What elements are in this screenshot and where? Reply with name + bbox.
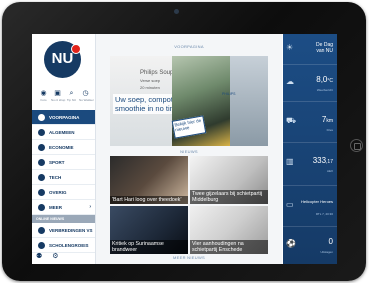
feature-ad[interactable]: Philips SoupMaker Verse soep 20 minuten … [110,56,268,146]
chart-icon: ▥ [286,157,294,166]
sun-icon: ☀ [286,43,294,52]
soccer-icon: ⚽ [286,239,296,248]
euro-icon [38,144,45,151]
tv-widget[interactable]: ▭ Helicopter Heroes RTL 7, 20:30 [283,186,337,227]
plus-icon [38,204,45,211]
bag-icon: ▣ [54,90,61,97]
traffic-widget[interactable]: ⛟ 7km Files [283,102,337,143]
main-content: VOORPAGINA Philips SoupMaker Verse soep … [96,34,282,264]
sidebar-item-tech[interactable]: TECH [32,170,95,185]
weather-widget[interactable]: ☁ 8,0°C Weerbericht [283,65,337,102]
chevron-right-icon: › [89,204,91,210]
sidebar-toolbar: ◉ Foto ▣ Nu.nl shop ⌕ Tip NU ◷ Nu Wekker [37,90,94,106]
news-caption: Vier aanhoudingen na schietpartij Ensche… [190,240,268,254]
ball-icon [38,159,45,166]
sidebar-bottom: ⚉ ⚙ [36,252,67,260]
shop-button[interactable]: ▣ Nu.nl shop [51,90,65,106]
home-button[interactable] [350,139,363,152]
cloud-icon: ☁ [286,77,294,86]
search-icon: ⌕ [69,90,74,97]
day-panel-header[interactable]: ☀ De Dag van NU [283,34,337,65]
sidebar-item-scholen[interactable]: SCHOLENGROEIS [32,238,95,253]
home-icon [38,114,45,121]
sidebar-item-algemeen[interactable]: ALGEMEEN [32,125,95,140]
sidebar-item-overig[interactable]: OVERIG [32,185,95,200]
sidebar-item-verbredingen[interactable]: VERBREDINGEN VS [32,223,95,238]
tablet-frame: NU ◉ Foto ▣ Nu.nl shop ⌕ Tip NU ◷ Nu Wek… [2,2,366,281]
sidebar-nav: VOORPAGINA ALGEMEEN ECONOMIE SPORT TECH [32,110,95,253]
nu-logo[interactable]: NU [44,41,81,78]
chip-icon [38,174,45,181]
globe-icon [38,129,45,136]
tv-icon: ▭ [286,200,294,209]
sidebar-item-voorpagina[interactable]: VOORPAGINA [32,110,95,125]
logo-dot [71,44,81,54]
news-card[interactable]: 'Bart Hari loog over theedoek' [110,156,188,204]
gear-icon[interactable]: ⚙ [52,253,58,260]
stock-widget[interactable]: ▥ 333,17 AEX [283,143,337,186]
dots-icon [38,189,45,196]
tip-button[interactable]: ⌕ Tip NU [65,90,78,106]
alarm-button[interactable]: ◷ Nu Wekker [79,90,94,106]
news-caption: Kritiek op Surinaamse brandweer [110,240,188,254]
more-news-link[interactable]: MEER NIEUWS [96,255,282,260]
news-icon [38,227,45,234]
news-card[interactable]: Vier aanhoudingen na schietpartij Ensche… [190,206,268,254]
photo-button[interactable]: ◉ Foto [37,90,50,106]
news-card[interactable]: Kritiek op Surinaamse brandweer [110,206,188,254]
user-icon[interactable]: ⚉ [36,253,42,260]
news-caption: Twee gijzelaars bij schietpartij Middelb… [190,190,268,204]
app-screen: NU ◉ Foto ▣ Nu.nl shop ⌕ Tip NU ◷ Nu Wek… [32,34,337,264]
camera-icon: ◉ [40,90,47,97]
news-icon [38,242,45,249]
day-panel: ☀ De Dag van NU ☁ 8,0°C Weerbericht ⛟ 7k… [283,34,337,264]
news-card[interactable]: Twee gijzelaars bij schietpartij Middelb… [190,156,268,204]
sidebar-item-economie[interactable]: ECONOMIE [32,140,95,155]
feature-image [230,56,268,146]
sidebar-item-sport[interactable]: SPORT [32,155,95,170]
camera-icon [174,9,179,14]
news-caption: 'Bart Hari loog over theedoek' [110,196,188,204]
section-label: ONLINE NIEUWS [32,215,95,223]
news-divider: NIEUWS [180,149,198,154]
page-title: VOORPAGINA [174,44,204,49]
sidebar: NU ◉ Foto ▣ Nu.nl shop ⌕ Tip NU ◷ Nu Wek… [32,34,96,264]
sidebar-item-meer[interactable]: MEER › [32,200,95,215]
car-icon: ⛟ [286,116,297,125]
clock-icon: ◷ [82,90,89,97]
score-widget[interactable]: ⚽ 0 Uitslagen [283,227,337,264]
brand-label: PHILIPS [222,92,236,96]
